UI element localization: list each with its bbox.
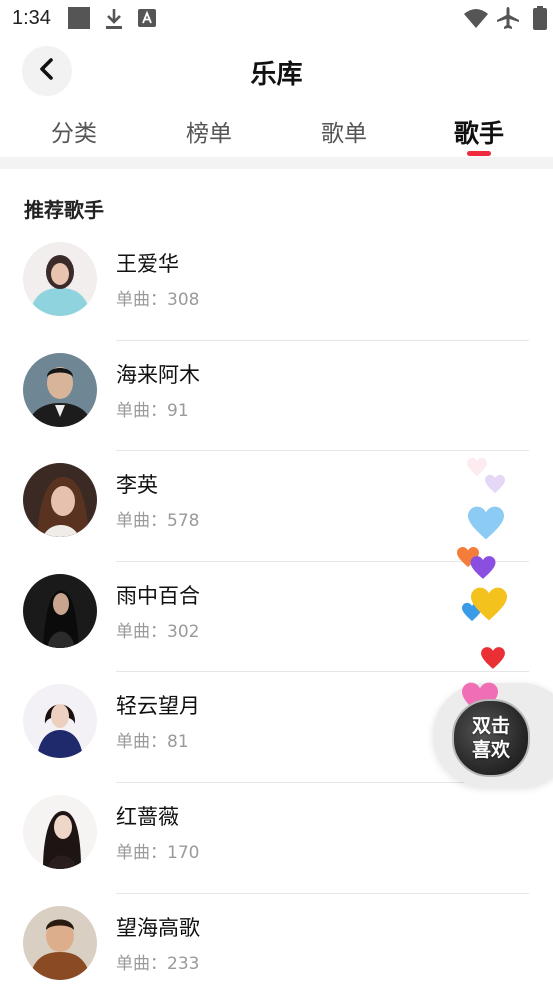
status-bar: 1:34	[0, 0, 553, 38]
status-time: 1:34	[12, 7, 51, 29]
artist-row[interactable]: 望海高歌 单曲：233	[0, 894, 553, 1004]
like-text-line2: 喜欢	[471, 739, 510, 761]
artist-row[interactable]: 海来阿木 单曲：91	[0, 341, 553, 452]
song-count: 单曲：233	[116, 953, 200, 974]
artist-name: 海来阿木	[116, 362, 200, 387]
avatar	[23, 352, 97, 427]
floating-heart-icon	[480, 646, 506, 674]
tab-bar: 分类 榜单 歌单 歌手	[0, 108, 553, 158]
header: 乐库	[0, 44, 553, 100]
section-divider	[0, 157, 553, 169]
page-title: 乐库	[250, 60, 303, 90]
avatar	[23, 905, 97, 980]
artist-row[interactable]: 王爱华 单曲：308	[0, 230, 553, 341]
tab-singers[interactable]: 歌手	[419, 114, 539, 150]
avatar	[23, 573, 97, 648]
song-count: 单曲：302	[116, 621, 200, 642]
floating-heart-icon	[484, 474, 506, 498]
airplane-icon	[496, 6, 520, 34]
song-count: 单曲：578	[116, 511, 200, 532]
song-count: 单曲：91	[116, 400, 189, 421]
avatar	[23, 242, 97, 316]
download-icon	[104, 8, 124, 34]
square-notification-icon	[68, 7, 90, 33]
section-title: 推荐歌手	[24, 198, 104, 222]
artist-name: 轻云望月	[116, 694, 200, 719]
floating-heart-icon	[466, 505, 506, 545]
floating-heart-icon	[469, 555, 497, 584]
artist-name: 红蔷薇	[116, 804, 179, 829]
artist-row[interactable]: 红蔷薇 单曲：170	[0, 783, 553, 894]
song-count: 单曲：170	[116, 842, 200, 863]
double-tap-like-button[interactable]: 双击 喜欢	[452, 699, 530, 777]
artist-name: 王爱华	[116, 252, 179, 276]
tab-charts[interactable]: 榜单	[149, 114, 269, 148]
artist-name: 李英	[116, 473, 158, 498]
tab-playlists[interactable]: 歌单	[284, 114, 404, 148]
avatar	[23, 463, 97, 538]
wifi-icon	[463, 7, 489, 33]
active-tab-indicator	[467, 151, 491, 156]
artist-name: 雨中百合	[116, 583, 200, 608]
song-count: 单曲：308	[116, 290, 200, 310]
song-count: 单曲：81	[116, 732, 189, 753]
tab-category[interactable]: 分类	[14, 114, 134, 148]
floating-heart-icon	[469, 586, 509, 626]
a-badge-icon	[138, 9, 156, 31]
battery-icon	[533, 6, 547, 34]
like-text-line1: 双击	[471, 715, 510, 737]
artist-name: 望海高歌	[116, 915, 200, 940]
avatar	[23, 794, 97, 869]
avatar	[23, 684, 97, 759]
